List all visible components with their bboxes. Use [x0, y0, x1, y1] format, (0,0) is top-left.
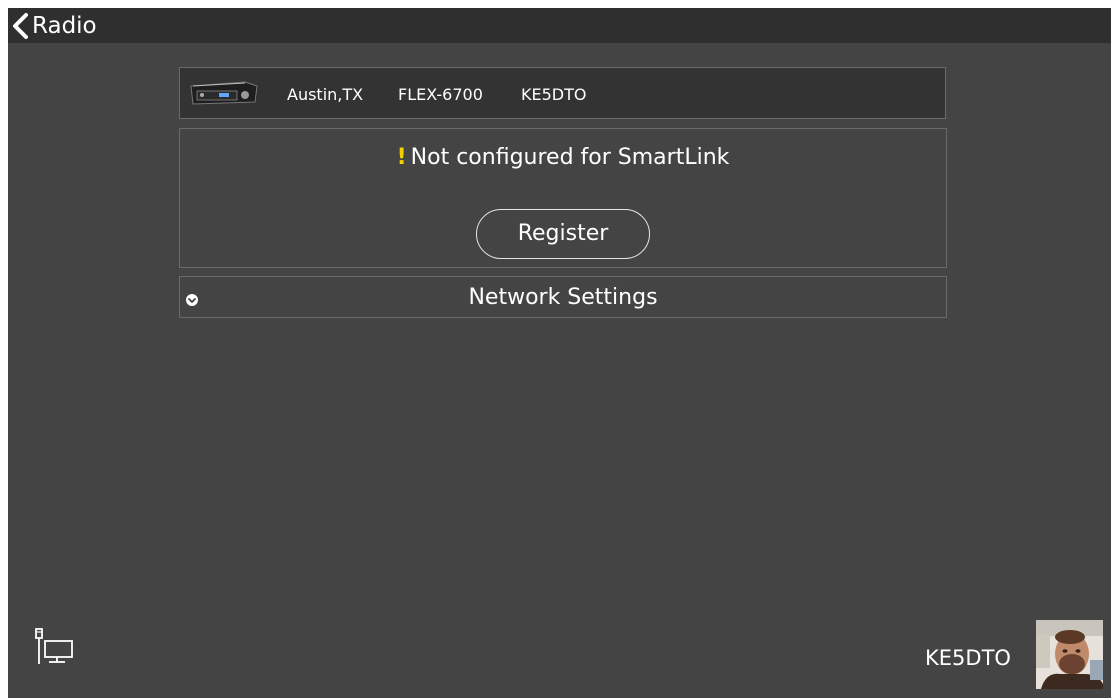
back-button[interactable]: Radio: [10, 12, 97, 40]
back-label: Radio: [32, 13, 97, 39]
register-button[interactable]: Register: [476, 209, 650, 259]
radio-list-item[interactable]: Austin,TX FLEX-6700 KE5DTO: [179, 67, 946, 119]
warning-icon: !: [396, 145, 407, 170]
radio-model: FLEX-6700: [398, 85, 483, 104]
network-settings-label: Network Settings: [468, 285, 658, 310]
smartlink-panel: ! Not configured for SmartLink Register: [179, 128, 947, 268]
app-window: Radio Austin,TX FLEX-6700 KE5DTO ! Not co…: [8, 8, 1111, 698]
radio-callsign: KE5DTO: [521, 85, 587, 104]
network-settings-expander[interactable]: Network Settings: [179, 276, 947, 318]
radio-location: Austin,TX: [287, 85, 364, 104]
smartlink-status-text: Not configured for SmartLink: [410, 145, 730, 170]
radio-device-icon: [187, 80, 259, 110]
wired-network-icon[interactable]: [33, 628, 75, 672]
user-avatar[interactable]: [1036, 620, 1103, 689]
title-bar: Radio: [8, 8, 1111, 43]
smartlink-status: ! Not configured for SmartLink: [180, 143, 946, 173]
user-callsign: KE5DTO: [925, 646, 1011, 670]
chevron-left-icon: [10, 12, 30, 40]
